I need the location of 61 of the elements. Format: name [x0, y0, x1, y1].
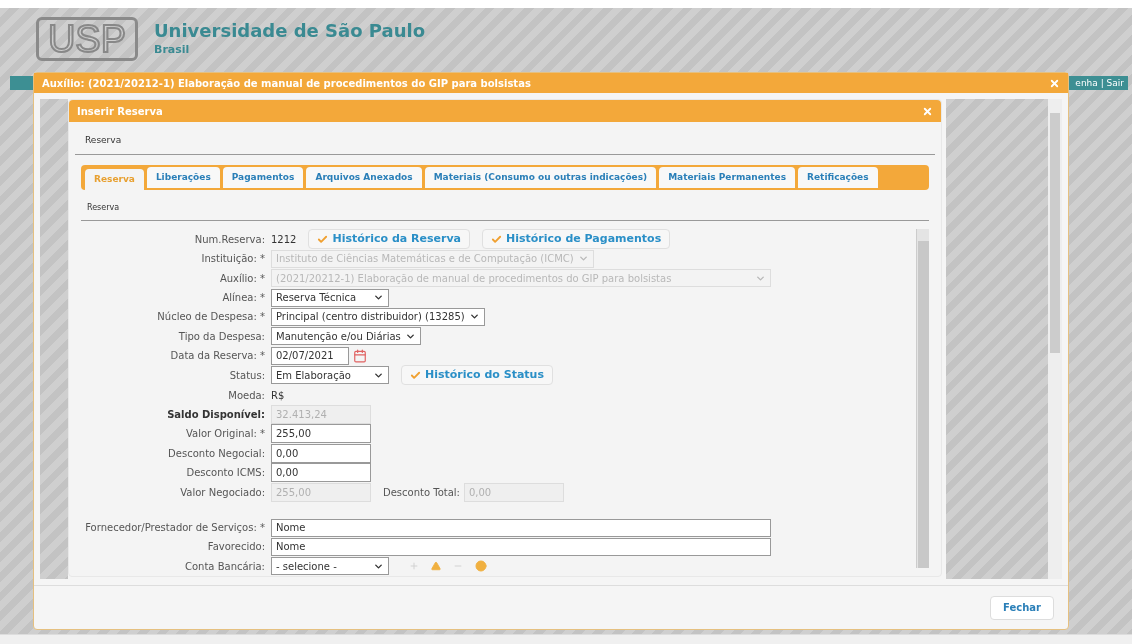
close-icon[interactable]	[1049, 77, 1060, 89]
tab[interactable]: Materiais (Consumo ou outras indicações)	[424, 167, 657, 188]
history-button[interactable]: Histórico da Reserva	[308, 229, 470, 249]
field-label: Desconto Negocial:	[168, 446, 265, 461]
breadcrumb: Reserva	[85, 135, 122, 145]
select-field[interactable]: Em Elaboração	[271, 366, 389, 385]
check-icon	[410, 369, 421, 381]
logo: USP	[36, 17, 138, 61]
field-label: Núcleo de Despesa: *	[157, 310, 265, 325]
check-icon	[491, 233, 502, 245]
select-field[interactable]: - selecione -	[271, 557, 389, 576]
dialog-title: Auxílio: (2021/20212-1) Elaboração de manual de procedimentos do GIP para bolsistas	[42, 76, 531, 91]
tab[interactable]: Liberações	[146, 167, 220, 188]
field-label: Data da Reserva: *	[170, 349, 265, 364]
chevron-down-icon	[373, 292, 384, 303]
site-title: Universidade de São Paulo	[154, 19, 425, 42]
check-icon	[317, 233, 329, 245]
field-label: Instituição: *	[201, 252, 265, 267]
field-label: Favorecido:	[207, 540, 265, 555]
close-icon[interactable]	[922, 105, 933, 117]
tab[interactable]: Arquivos Anexados	[306, 167, 422, 188]
field-label: Desconto Total:	[383, 485, 460, 500]
field-label: Desconto ICMS:	[186, 466, 265, 481]
calendar-icon[interactable]	[353, 348, 367, 363]
scrollbar[interactable]	[916, 229, 929, 568]
field-label: Alínea: *	[222, 291, 265, 305]
text-input[interactable]: Nome	[271, 518, 771, 537]
text-input[interactable]: 255,00	[271, 424, 371, 444]
select-field[interactable]: Manutenção e/ou Diárias	[271, 327, 421, 346]
field-value: R$	[271, 388, 285, 403]
field-label: Auxílio: *	[219, 271, 265, 286]
history-button[interactable]: Histórico de Pagamentos	[482, 229, 671, 249]
field-label: Moeda:	[228, 388, 265, 403]
field-label: Num.Reserva:	[194, 232, 265, 247]
site-subtitle: Brasil	[154, 42, 191, 58]
close-button[interactable]: Fechar	[990, 595, 1054, 620]
scrollbar[interactable]	[1048, 99, 1062, 579]
select-field[interactable]: Principal (centro distribuidor) (13285)	[271, 307, 485, 326]
field-label: Valor Negociado:	[180, 485, 265, 500]
field-label: Conta Bancária:	[185, 559, 265, 574]
date-input[interactable]: 02/07/2021	[271, 346, 349, 365]
select-field[interactable]: Reserva Técnica	[271, 288, 389, 307]
field-label: Fornecedor/Prestador de Serviços: *	[85, 521, 265, 536]
horizontal-scrollbar[interactable]	[0, 634, 1132, 644]
field-label: Saldo Disponível:	[167, 408, 265, 423]
dialog-title: Inserir Reserva	[77, 104, 163, 119]
field-value: 1212	[271, 232, 297, 247]
history-button[interactable]: Histórico do Status	[401, 365, 553, 386]
circle-icon[interactable]	[475, 560, 487, 573]
plus-icon[interactable]	[409, 561, 419, 572]
triangle-icon[interactable]	[431, 561, 441, 572]
text-input[interactable]: Nome	[271, 538, 771, 556]
tab[interactable]: Materiais Permanentes	[659, 167, 796, 188]
field-label: Valor Original: *	[185, 427, 265, 442]
section-label: Reserva	[87, 203, 120, 212]
text-input[interactable]: 0,00	[271, 443, 371, 463]
text-input[interactable]: 0,00	[271, 463, 371, 483]
field-label: Tipo da Despesa:	[178, 329, 265, 344]
tab[interactable]: Retificações	[798, 167, 878, 188]
tab[interactable]: Pagamentos	[222, 167, 304, 188]
field-label: Status:	[229, 368, 265, 383]
